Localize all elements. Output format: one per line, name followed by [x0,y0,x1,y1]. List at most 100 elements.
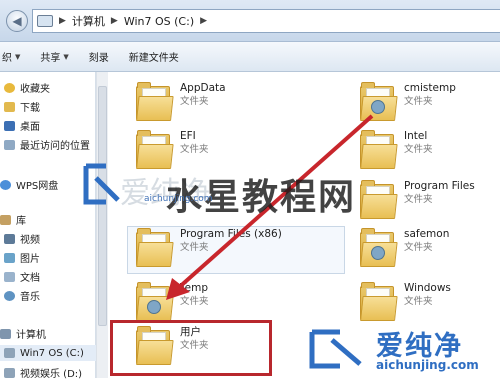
folder-name: cmistemp [404,82,456,94]
folder-name: Intel [404,130,428,142]
share-button[interactable]: 共享 ▼ [30,42,78,71]
navigation-pane: 收藏夹 下载 桌面 最近访问的位置 WPS网盘 库 视频 图片 文档 音乐 计算… [0,72,96,380]
back-button[interactable]: ◀ [6,10,28,32]
computer-icon [0,328,11,339]
sidebar-item-favorites[interactable]: 收藏夹 [4,80,50,95]
caret-down-icon: ▼ [15,52,21,61]
command-bar: 织 ▼ 共享 ▼ 刻录 新建文件夹 [0,42,500,72]
sidebar-item-documents[interactable]: 文档 [4,269,40,284]
drive-icon [4,367,15,378]
video-library-icon [4,233,15,244]
burn-label: 刻录 [88,53,109,64]
folder-name: Program Files (x86) [180,228,282,240]
sidebar-item-computer[interactable]: 计算机 [0,326,46,341]
folder-icon [136,130,174,170]
pictures-library-icon [4,252,15,263]
folder-icon [360,282,398,322]
brand-watermark: 爱纯净 aichunjing.com [300,322,500,378]
new-folder-button[interactable]: 新建文件夹 [119,42,189,71]
folder-type: 文件夹 [404,296,433,307]
folder-icon [360,228,398,268]
folder-type: 文件夹 [404,96,433,107]
sidebar-item-videos[interactable]: 视频 [4,231,40,246]
sidebar-item-wps-cloud[interactable]: WPS网盘 [0,177,58,192]
folder-item[interactable]: Program Files (x86) 文件夹 [136,228,282,268]
sidebar-item-label: 库 [16,216,26,227]
folder-icon [360,82,398,122]
chevron-right-icon[interactable]: ▶ [200,16,207,26]
folder-item[interactable]: EFI 文件夹 [136,130,209,170]
folder-item[interactable]: Temp 文件夹 [136,282,209,322]
folder-text: Windows 文件夹 [404,282,451,309]
sidebar-item-downloads[interactable]: 下载 [4,99,40,114]
address-bar[interactable]: ▶ 计算机 ▶ Win7 OS (C:) ▶ [32,9,500,33]
computer-icon [37,15,53,27]
folder-icon [136,228,174,268]
sidebar-scrollbar[interactable] [96,72,108,378]
sidebar-item-label: WPS网盘 [16,181,59,192]
breadcrumb-computer[interactable]: 计算机 [72,13,105,29]
folder-icon [360,130,398,170]
folder-type: 文件夹 [180,296,209,307]
folder-text: Program Files 文件夹 [404,180,475,207]
sidebar-item-label: 最近访问的位置 [20,141,90,152]
sidebar-item-label: 收藏夹 [20,84,50,95]
documents-library-icon [4,271,15,282]
folder-name: AppData [180,82,226,94]
watermark-logo [83,163,120,205]
folder-icon [136,82,174,122]
folder-item[interactable]: safemon 文件夹 [360,228,449,268]
sidebar-item-label: 下载 [20,103,40,114]
sidebar-item-libraries[interactable]: 库 [0,212,26,227]
sidebar-item-label: Win7 OS (C:) [20,347,84,359]
folder-text: cmistemp 文件夹 [404,82,456,109]
folder-text: safemon 文件夹 [404,228,449,255]
folder-text: Temp 文件夹 [180,282,209,309]
folder-type: 文件夹 [180,96,209,107]
folder-name: EFI [180,130,196,142]
sidebar-item-pictures[interactable]: 图片 [4,250,40,265]
download-folder-icon [4,101,15,112]
folder-type: 文件夹 [404,242,433,253]
sidebar-item-label: 桌面 [20,122,40,133]
breadcrumb-drive-c[interactable]: Win7 OS (C:) [124,15,194,28]
folder-icon [136,282,174,322]
brand-url: aichunjing.com [376,358,479,372]
folder-text: Program Files (x86) 文件夹 [180,228,282,255]
folder-type: 文件夹 [404,144,433,155]
chevron-right-icon[interactable]: ▶ [111,16,118,26]
organize-label: 织 [2,53,12,64]
folder-item[interactable]: AppData 文件夹 [136,82,226,122]
sidebar-item-label: 文档 [20,273,40,284]
sidebar-item-music[interactable]: 音乐 [4,288,40,303]
drive-icon [4,348,15,358]
folder-icon [360,180,398,220]
folder-item[interactable]: Intel 文件夹 [360,130,433,170]
burn-button[interactable]: 刻录 [79,42,119,71]
folder-item[interactable]: Program Files 文件夹 [360,180,475,220]
music-library-icon [4,290,15,301]
folder-item[interactable]: cmistemp 文件夹 [360,82,456,122]
folder-name: Temp [180,282,208,294]
sidebar-item-desktop[interactable]: 桌面 [4,118,40,133]
organize-button[interactable]: 织 ▼ [0,42,30,71]
folder-text: EFI 文件夹 [180,130,209,157]
folder-type: 文件夹 [404,194,433,205]
library-icon [0,214,11,225]
chevron-right-icon[interactable]: ▶ [59,16,66,26]
cloud-icon [0,179,11,190]
folder-type: 文件夹 [180,144,209,155]
folder-item[interactable]: Windows 文件夹 [360,282,451,322]
address-bar-area: ◀ ▶ 计算机 ▶ Win7 OS (C:) ▶ [0,0,500,42]
folder-type: 文件夹 [180,242,209,253]
sidebar-item-recent[interactable]: 最近访问的位置 [4,137,90,152]
highlight-frame [110,320,272,376]
folder-name: safemon [404,228,450,240]
folder-text: AppData 文件夹 [180,82,226,109]
sidebar-item-drive-c[interactable]: Win7 OS (C:) [0,345,96,361]
caret-down-icon: ▼ [63,52,69,61]
sidebar-item-label: 视频 [20,235,40,246]
star-icon [4,82,15,93]
folder-text: Intel 文件夹 [404,130,433,157]
recent-places-icon [4,139,15,150]
